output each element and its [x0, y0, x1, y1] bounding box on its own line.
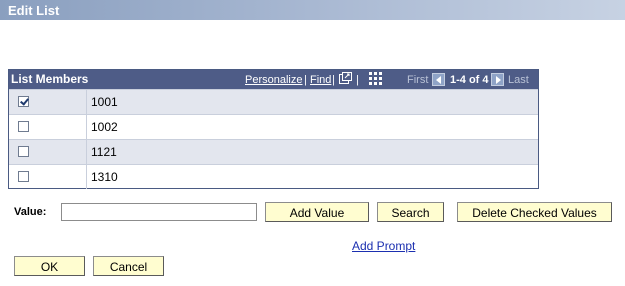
- row-value: 1310: [91, 170, 118, 184]
- row-value: 1121: [91, 145, 117, 159]
- value-label: Value:: [14, 206, 47, 218]
- personalize-link[interactable]: Personalize: [245, 74, 302, 86]
- nav-separator: |: [304, 74, 307, 86]
- previous-arrow-icon[interactable]: [432, 73, 445, 86]
- table-row: 1001: [9, 89, 538, 114]
- cell-divider: [86, 115, 87, 139]
- view-all-icon[interactable]: [339, 72, 352, 85]
- find-link[interactable]: Find: [310, 74, 331, 86]
- row-value: 1002: [91, 120, 118, 134]
- next-arrow-icon[interactable]: [491, 73, 504, 86]
- last-label: Last: [508, 74, 529, 86]
- first-label: First: [407, 74, 429, 86]
- nav-separator: |: [356, 74, 359, 86]
- nav-separator: |: [332, 74, 335, 86]
- table-row: 1121: [9, 139, 538, 164]
- search-button[interactable]: Search: [377, 202, 444, 222]
- row-checkbox[interactable]: [18, 146, 29, 157]
- row-checkbox[interactable]: [18, 121, 29, 132]
- window-title: Edit List: [8, 3, 60, 18]
- value-input[interactable]: [61, 203, 257, 221]
- download-grid-icon[interactable]: [369, 72, 382, 85]
- cancel-button[interactable]: Cancel: [93, 256, 164, 276]
- ok-button[interactable]: OK: [14, 256, 85, 276]
- row-checkbox[interactable]: [18, 171, 29, 182]
- row-checkbox[interactable]: [18, 96, 29, 107]
- list-members-grid: List Members Personalize | Find | | Firs…: [8, 69, 539, 189]
- cell-divider: [86, 140, 87, 164]
- cell-divider: [86, 90, 87, 114]
- row-range: 1-4 of 4: [450, 74, 489, 86]
- table-row: 1310: [9, 164, 538, 189]
- delete-checked-values-button[interactable]: Delete Checked Values: [457, 202, 612, 222]
- grid-title: List Members: [11, 72, 89, 86]
- add-value-button[interactable]: Add Value: [265, 202, 369, 222]
- cell-divider: [86, 165, 87, 189]
- row-value: 1001: [91, 95, 118, 109]
- grid-header: List Members Personalize | Find | | Firs…: [9, 70, 538, 89]
- add-prompt-link[interactable]: Add Prompt: [352, 239, 415, 253]
- table-row: 1002: [9, 114, 538, 139]
- window-title-bar: Edit List: [0, 0, 625, 20]
